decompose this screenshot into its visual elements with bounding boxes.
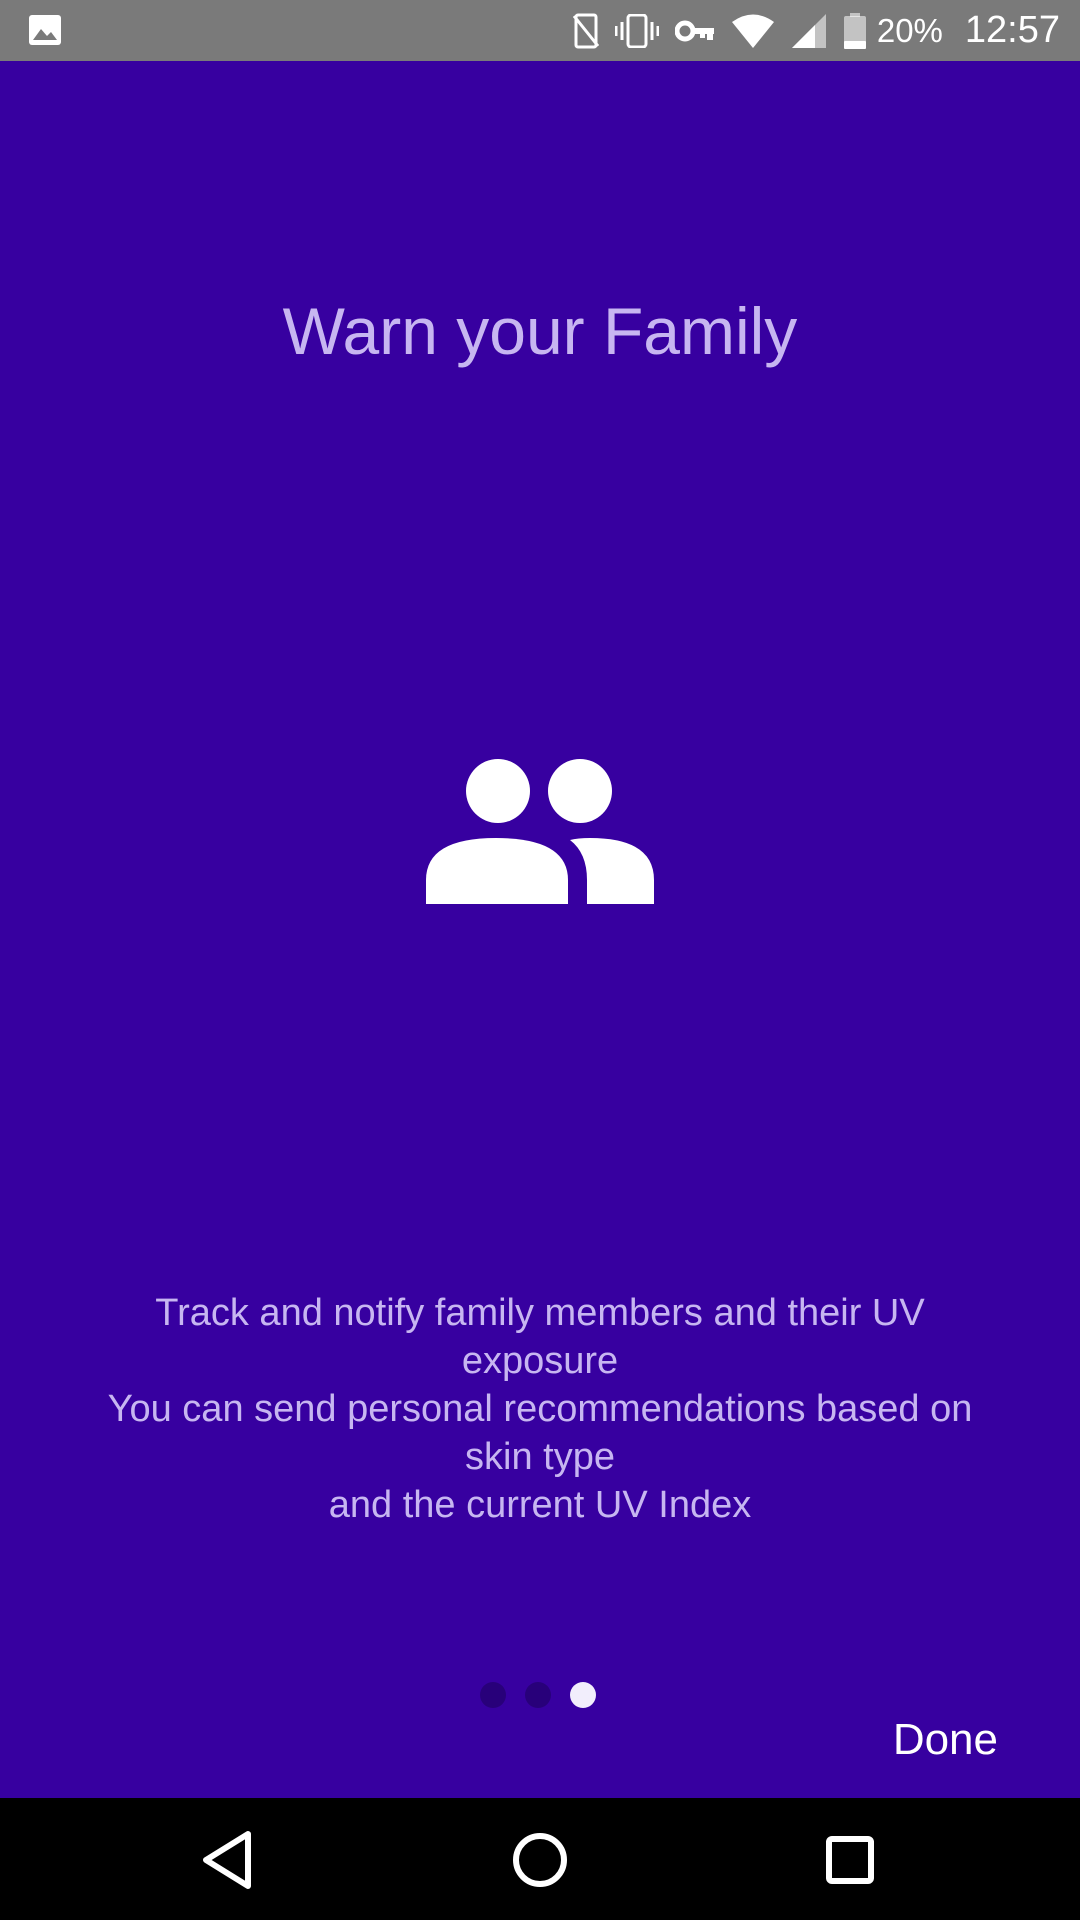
status-clock: 12:57 bbox=[964, 9, 1060, 51]
wifi-icon bbox=[731, 14, 774, 48]
description-text: Track and notify family members and thei… bbox=[40, 1289, 1040, 1529]
image-icon bbox=[29, 15, 61, 45]
battery-icon bbox=[843, 12, 866, 49]
battery-percent: 20% bbox=[876, 11, 943, 49]
navigation-bar bbox=[0, 1798, 1080, 1920]
page-indicator bbox=[480, 1681, 596, 1709]
page-title: Warn your Family bbox=[282, 294, 798, 368]
page-dot-2[interactable] bbox=[525, 1682, 551, 1708]
description-line: Track and notify family members and thei… bbox=[155, 1292, 925, 1334]
vpn-key-icon bbox=[674, 20, 714, 41]
status-icons: 20% 12:57 bbox=[572, 0, 1060, 61]
back-icon[interactable] bbox=[198, 1828, 262, 1892]
onboarding-screen[interactable]: Warn your Family Track and notify family… bbox=[0, 61, 1080, 1798]
home-icon[interactable] bbox=[508, 1828, 572, 1892]
nfc-icon bbox=[572, 13, 599, 48]
page-dot-3-active[interactable] bbox=[570, 1682, 596, 1708]
description-line: skin type bbox=[465, 1436, 615, 1478]
people-icon bbox=[426, 759, 654, 904]
done-button[interactable]: Done bbox=[893, 1707, 998, 1773]
vibrate-icon bbox=[614, 13, 659, 48]
description-line: and the current UV Index bbox=[328, 1484, 752, 1526]
description-line: exposure bbox=[461, 1340, 619, 1382]
recents-icon[interactable] bbox=[818, 1828, 882, 1892]
signal-icon bbox=[791, 13, 826, 48]
status-bar: 20% 12:57 bbox=[0, 0, 1080, 61]
description-line: You can send personal recommendations ba… bbox=[107, 1388, 973, 1430]
page-dot-1[interactable] bbox=[480, 1682, 506, 1708]
